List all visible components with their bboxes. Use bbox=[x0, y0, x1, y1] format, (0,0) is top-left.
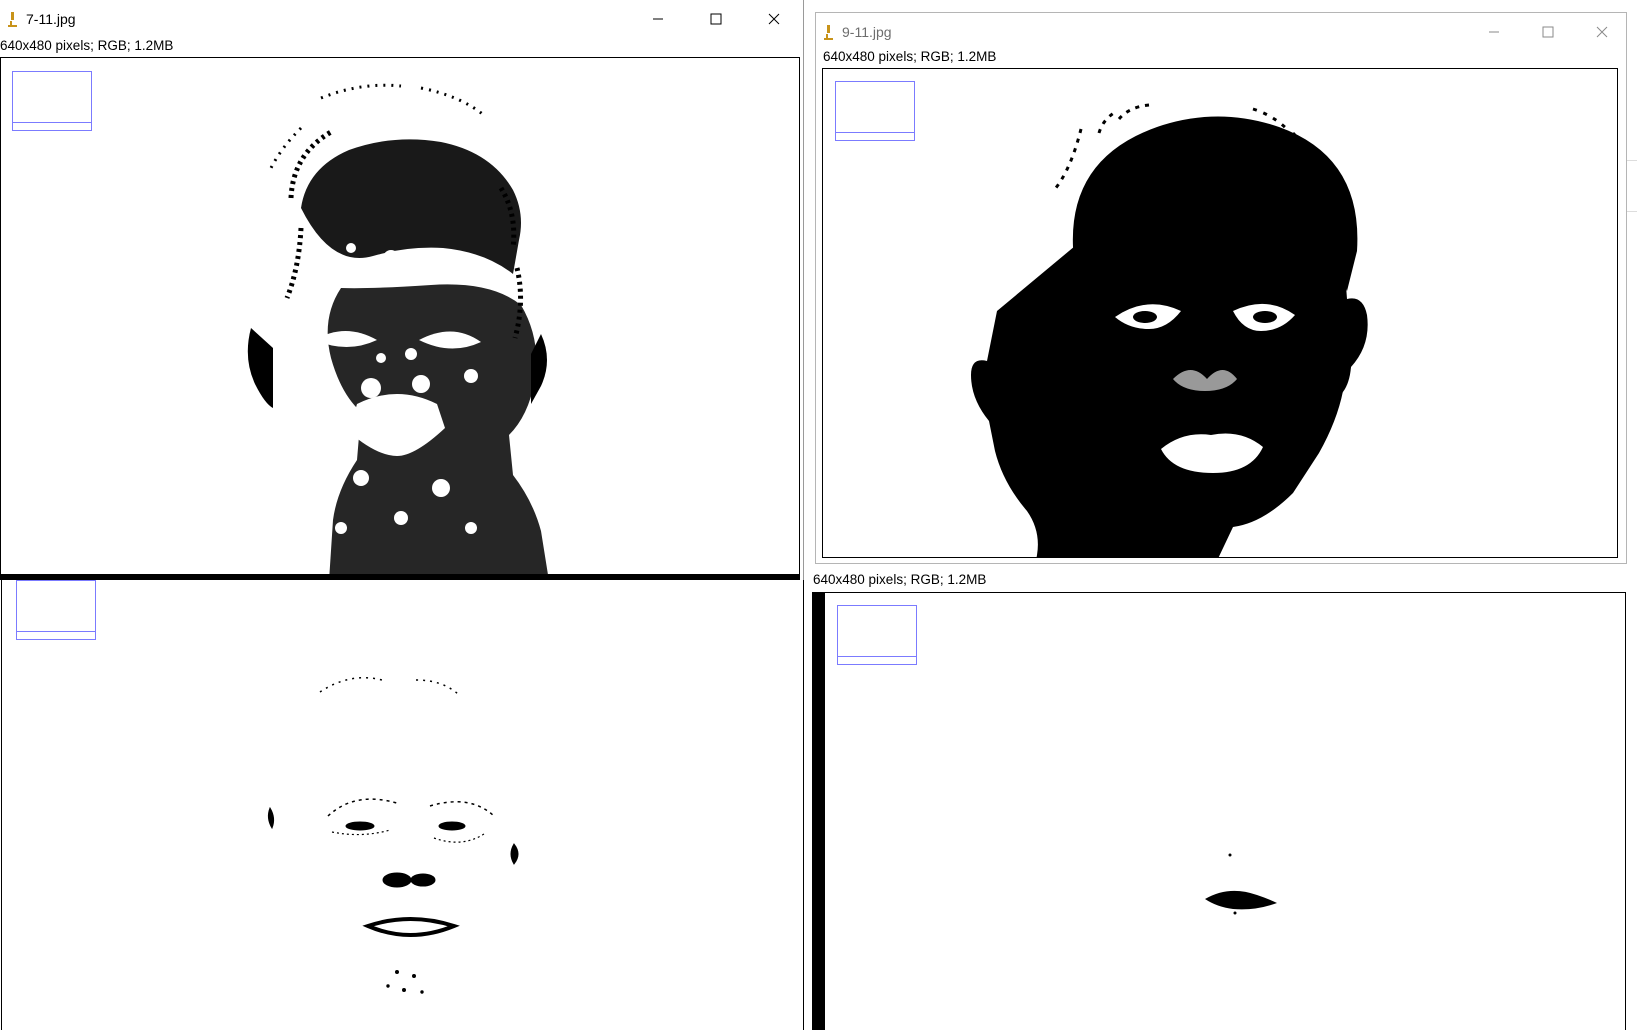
close-button[interactable] bbox=[1580, 17, 1624, 47]
title-bar[interactable]: 9-11.jpg bbox=[816, 13, 1626, 51]
minimize-button[interactable] bbox=[1472, 17, 1516, 47]
image-canvas[interactable] bbox=[0, 57, 800, 580]
image-window-bottom-right[interactable]: 640x480 pixels; RGB; 1.2MB bbox=[812, 568, 1637, 1030]
close-icon bbox=[1596, 26, 1608, 38]
edge-face-image bbox=[1205, 853, 1277, 915]
image-window-7-11[interactable]: 7-11.jpg 640x480 pixels; RGB; 1.2MB bbox=[0, 0, 804, 580]
image-canvas[interactable] bbox=[812, 592, 1626, 1030]
image-info-label: 640x480 pixels; RGB; 1.2MB bbox=[813, 572, 987, 587]
minimize-icon bbox=[1489, 31, 1499, 33]
minimize-button[interactable] bbox=[636, 4, 680, 34]
window-title: 7-11.jpg bbox=[26, 11, 76, 27]
close-icon bbox=[768, 13, 780, 25]
minimize-icon bbox=[653, 18, 663, 20]
imagej-microscope-icon bbox=[824, 25, 833, 40]
image-canvas[interactable] bbox=[822, 68, 1618, 558]
image-window-9-11[interactable]: 9-11.jpg 640x480 pixels; RGB; 1.2MB bbox=[815, 12, 1627, 564]
image-info-label: 640x480 pixels; RGB; 1.2MB bbox=[0, 38, 174, 53]
maximize-icon bbox=[710, 13, 722, 25]
close-button[interactable] bbox=[752, 4, 796, 34]
image-window-bottom-left[interactable] bbox=[0, 580, 804, 1030]
image-canvas[interactable] bbox=[1, 580, 804, 1030]
imagej-microscope-icon bbox=[8, 12, 17, 27]
maximize-button[interactable] bbox=[1526, 17, 1570, 47]
image-info-label: 640x480 pixels; RGB; 1.2MB bbox=[823, 49, 997, 64]
maximize-icon bbox=[1542, 26, 1554, 38]
threshold-face-image bbox=[971, 103, 1368, 557]
edge-face-image bbox=[267, 677, 519, 994]
window-title: 9-11.jpg bbox=[842, 24, 892, 40]
maximize-button[interactable] bbox=[694, 4, 738, 34]
threshold-face-image bbox=[247, 83, 548, 574]
title-bar[interactable]: 7-11.jpg bbox=[0, 0, 803, 38]
